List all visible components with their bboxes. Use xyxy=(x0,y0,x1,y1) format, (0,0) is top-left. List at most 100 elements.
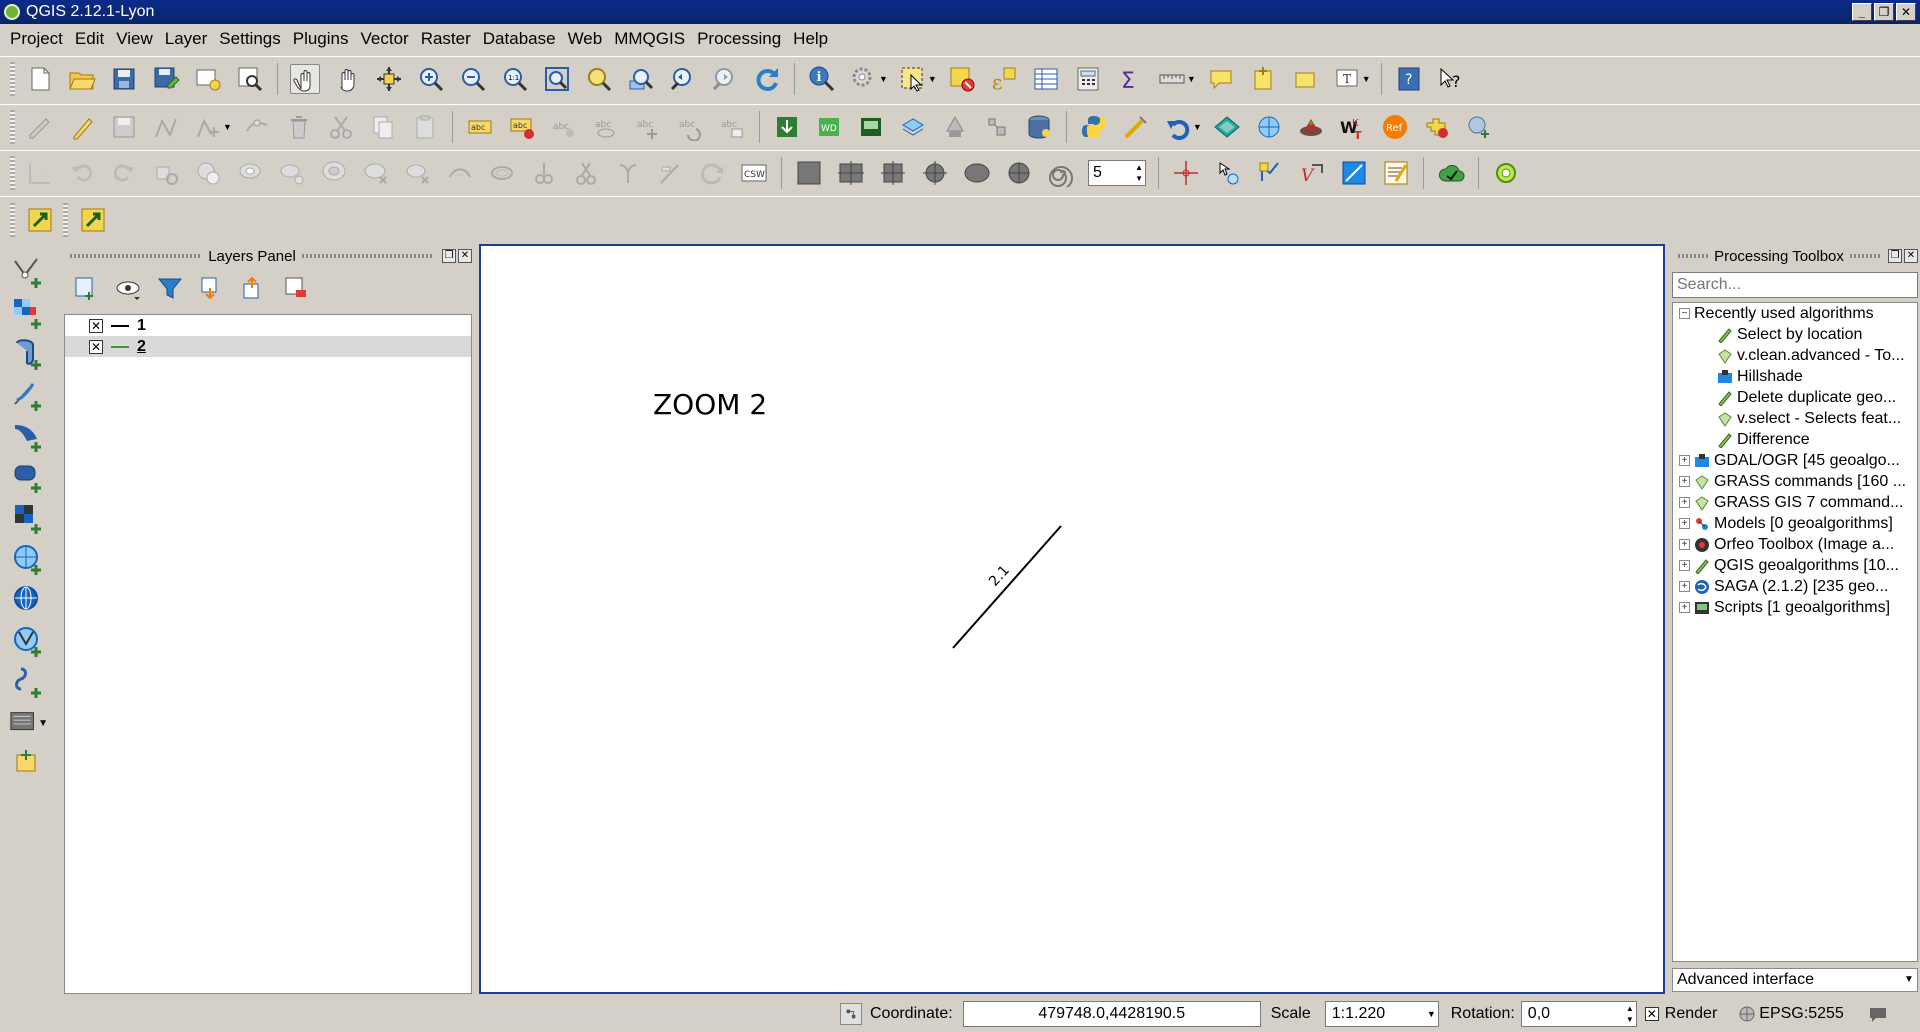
menu-database[interactable]: Database xyxy=(477,29,562,49)
vector-field-icon[interactable]: V xyxy=(1297,158,1327,188)
tree-provider[interactable]: + Scripts [1 geoalgorithms] xyxy=(1673,597,1917,618)
zoom-native-icon[interactable]: 1:1 xyxy=(500,64,530,94)
collapse-icon[interactable]: − xyxy=(1679,308,1690,319)
shape-tools-icon[interactable] xyxy=(1339,158,1369,188)
plugin-manager-icon[interactable] xyxy=(1422,112,1452,142)
manage-visibility-icon[interactable] xyxy=(113,273,143,303)
plugin-green-arrow-icon[interactable] xyxy=(25,205,55,235)
merge-attributes-icon[interactable] xyxy=(655,158,685,188)
toggle-extents-icon[interactable] xyxy=(840,1003,862,1025)
db-manager-icon[interactable] xyxy=(898,112,928,142)
globe-plugin-icon[interactable] xyxy=(1254,112,1284,142)
menu-raster[interactable]: Raster xyxy=(415,29,477,49)
menu-web[interactable]: Web xyxy=(562,29,609,49)
zoom-to-selection-icon[interactable] xyxy=(584,64,614,94)
tree-provider[interactable]: + SAGA (2.1.2) [235 geo... xyxy=(1673,576,1917,597)
tree-item[interactable]: v.clean.advanced - To... xyxy=(1673,345,1917,366)
remove-layer-icon[interactable] xyxy=(281,273,311,303)
minimize-button[interactable]: _ xyxy=(1852,3,1872,21)
tree-item[interactable]: v.select - Selects feat... xyxy=(1673,408,1917,429)
add-vector-layer-icon[interactable] xyxy=(8,252,48,292)
pan-to-selection-icon[interactable] xyxy=(374,64,404,94)
python-console-icon[interactable] xyxy=(1079,112,1109,142)
toolbar-handle[interactable] xyxy=(63,202,68,237)
layer-visibility-checkbox[interactable]: ✕ xyxy=(89,318,103,333)
tree-item[interactable]: Hillshade xyxy=(1673,366,1917,387)
wfs-add-icon[interactable]: WD xyxy=(814,112,844,142)
touch-pan-icon[interactable] xyxy=(290,63,320,94)
menu-vector[interactable]: Vector xyxy=(355,29,415,49)
close-button[interactable]: ✕ xyxy=(1896,3,1916,21)
coordinate-field[interactable]: 479748.0,4428190.5 xyxy=(962,1001,1261,1027)
paste-features-icon[interactable] xyxy=(410,112,440,142)
reshape-features-icon[interactable] xyxy=(445,158,475,188)
chevron-down-icon[interactable]: ▼ xyxy=(928,74,937,84)
rectangle-select-icon[interactable] xyxy=(794,158,824,188)
spiral-icon[interactable] xyxy=(1046,158,1076,188)
zoom-last-icon[interactable] xyxy=(668,64,698,94)
spinbox-arrows-icon[interactable]: ▲ ▼ xyxy=(1135,162,1143,184)
close-layers-button[interactable]: ✕ xyxy=(458,249,472,263)
chevron-down-icon[interactable]: ▼ xyxy=(38,718,48,729)
target-plugin-icon[interactable] xyxy=(1491,158,1521,188)
chevron-down-icon[interactable]: ▼ xyxy=(1193,122,1202,132)
map-canvas[interactable]: ZOOM 2 2.1 xyxy=(479,244,1665,994)
new-print-composer-icon[interactable] xyxy=(193,64,223,94)
add-db2-layer-icon[interactable] xyxy=(8,457,48,497)
expand-icon[interactable]: + xyxy=(1679,518,1690,529)
add-feature-icon[interactable] xyxy=(151,112,181,142)
chevron-down-icon[interactable]: ▼ xyxy=(879,74,888,84)
pan-map-icon[interactable] xyxy=(332,64,362,94)
tree-provider[interactable]: + Models [0 geoalgorithms] xyxy=(1673,513,1917,534)
restore-button[interactable]: ❐ xyxy=(1874,3,1894,21)
terrain-plugin-icon[interactable] xyxy=(1212,112,1242,142)
wkt-plugin-icon[interactable]: WTK xyxy=(1338,112,1368,142)
plugin-green-arrow-2-icon[interactable] xyxy=(78,205,108,235)
help-contents-icon[interactable]: ? xyxy=(1394,64,1424,94)
node-tool-icon[interactable] xyxy=(242,112,272,142)
raster-tool-icon[interactable] xyxy=(940,112,970,142)
copy-features-icon[interactable] xyxy=(368,112,398,142)
expand-icon[interactable]: + xyxy=(1679,539,1690,550)
refresh-icon[interactable] xyxy=(752,64,782,94)
move-feature-icon[interactable] xyxy=(193,112,223,142)
map-tips-icon[interactable] xyxy=(1206,64,1236,94)
tree-item[interactable]: Delete duplicate geo... xyxy=(1673,387,1917,408)
chevron-down-icon[interactable]: ▼ xyxy=(223,122,232,132)
rotate-label-icon[interactable]: abc xyxy=(675,112,705,142)
layer-labeling-icon[interactable]: abc xyxy=(465,112,495,142)
close-toolbox-button[interactable]: ✕ xyxy=(1904,249,1918,263)
rotate-feature-icon[interactable] xyxy=(151,158,181,188)
tree-group-recent[interactable]: − Recently used algorithms xyxy=(1673,303,1917,324)
filter-legend-icon[interactable] xyxy=(155,273,185,303)
statistical-summary-icon[interactable]: Σ xyxy=(1115,64,1145,94)
import-shapefiles-icon[interactable] xyxy=(772,112,802,142)
redo-edit-icon[interactable] xyxy=(109,158,139,188)
crs-globe-icon[interactable] xyxy=(1739,1006,1755,1022)
whats-this-icon[interactable]: ? xyxy=(1436,64,1466,94)
toolbar-handle[interactable] xyxy=(10,155,15,190)
toggle-editing-icon[interactable] xyxy=(67,112,97,142)
move-label-icon[interactable]: abc xyxy=(633,112,663,142)
wms-add-icon[interactable] xyxy=(856,112,886,142)
new-bookmark-icon[interactable] xyxy=(1248,64,1278,94)
line-feature[interactable] xyxy=(952,525,1062,649)
add-raster-layer-icon[interactable] xyxy=(8,293,48,333)
cloud-plugin-icon[interactable] xyxy=(1436,158,1466,188)
add-wfs-layer-icon[interactable] xyxy=(8,621,48,661)
digitize-tool-icon[interactable] xyxy=(1121,112,1151,142)
field-calculator-icon[interactable] xyxy=(1073,64,1103,94)
menu-help[interactable]: Help xyxy=(787,29,834,49)
add-group-icon[interactable] xyxy=(71,273,101,303)
expand-icon[interactable]: + xyxy=(1679,581,1690,592)
save-edits-icon[interactable] xyxy=(109,112,139,142)
delete-part-icon[interactable] xyxy=(403,158,433,188)
select-features-icon[interactable] xyxy=(898,64,928,94)
simplify-feature-icon[interactable] xyxy=(193,158,223,188)
expand-icon[interactable]: + xyxy=(1679,602,1690,613)
tree-provider[interactable]: + GRASS commands [160 ... xyxy=(1673,471,1917,492)
menu-layer[interactable]: Layer xyxy=(159,29,214,49)
render-checkbox[interactable]: ✕ xyxy=(1644,1007,1659,1021)
chevron-down-icon[interactable]: ▼ xyxy=(1362,74,1371,84)
zoom-full-icon[interactable] xyxy=(542,64,572,94)
